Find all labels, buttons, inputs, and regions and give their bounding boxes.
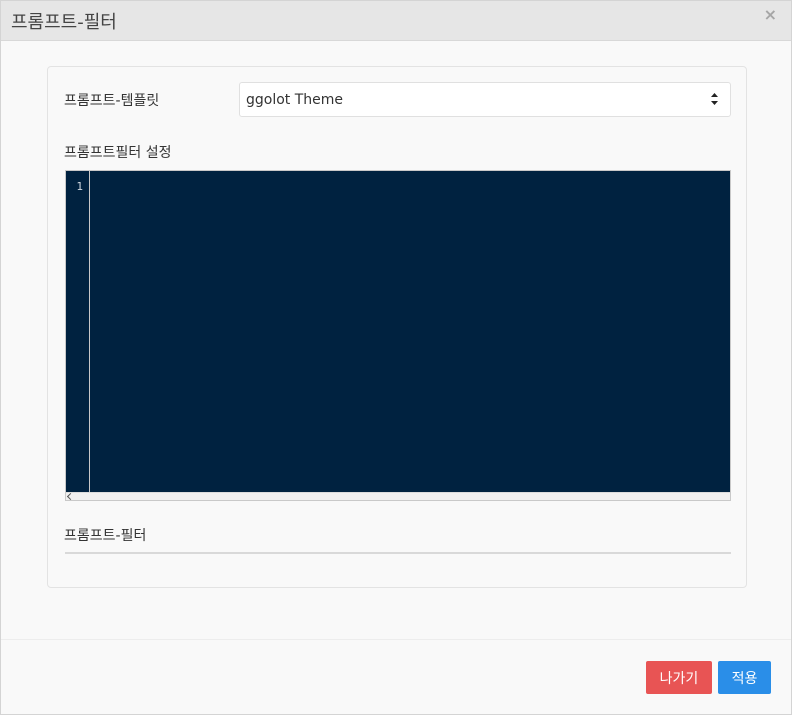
template-select[interactable]: ggolot Theme (239, 82, 731, 117)
exit-button[interactable]: 나가기 (646, 661, 712, 694)
editor-gutter: 1 (66, 171, 90, 493)
code-editor[interactable]: 1 (65, 170, 731, 501)
settings-label: 프롬프트필터 설정 (64, 145, 172, 161)
apply-button[interactable]: 적용 (718, 661, 771, 694)
dialog-title: 프롬프트-필터 (11, 12, 117, 33)
select-arrows-icon (711, 93, 718, 105)
scroll-left-icon[interactable] (66, 492, 75, 501)
footer-divider (1, 639, 791, 640)
filter-divider (65, 552, 731, 554)
prompt-filter-dialog: 프롬프트-필터 × 프롬프트-템플릿 ggolot Theme 프롬프트필터 설… (0, 0, 792, 715)
editor-horizontal-scrollbar[interactable] (66, 492, 730, 501)
dialog-titlebar: 프롬프트-필터 × (1, 1, 791, 41)
filter-panel: 프롬프트-템플릿 ggolot Theme 프롬프트필터 설정 1 프롬프트-필… (47, 66, 747, 588)
template-select-value: ggolot Theme (246, 92, 344, 108)
line-number: 1 (76, 180, 83, 193)
close-icon[interactable]: × (764, 5, 777, 24)
template-label: 프롬프트-템플릿 (64, 93, 160, 109)
filter-label: 프롬프트-필터 (64, 528, 147, 544)
